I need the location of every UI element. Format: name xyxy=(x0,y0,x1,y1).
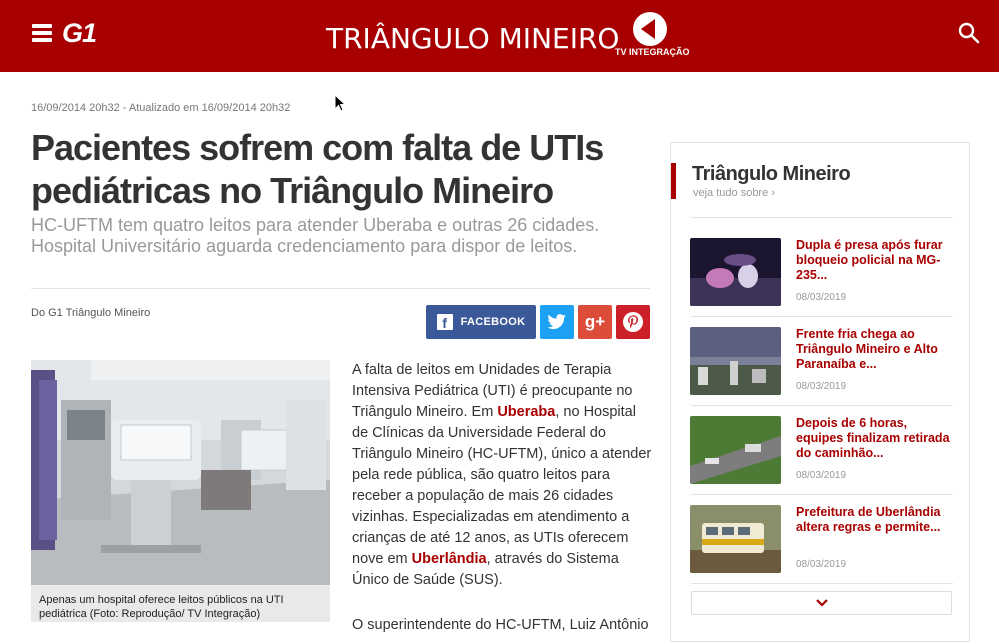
link-uberlandia[interactable]: Uberlândia xyxy=(412,551,487,567)
news-title[interactable]: Depois de 6 horas, equipes finalizam ret… xyxy=(796,416,956,461)
divider xyxy=(691,494,953,495)
sidebar-related-news: Triângulo Mineiro veja tudo sobre › Dupl… xyxy=(670,142,970,642)
news-thumbnail xyxy=(690,238,781,306)
hamburger-menu-icon[interactable] xyxy=(32,24,52,44)
article-byline: Do G1 Triângulo Mineiro xyxy=(31,307,151,319)
news-date: 08/03/2019 xyxy=(796,559,847,570)
article-headline: Pacientes sofrem com falta de UTIs pediá… xyxy=(31,127,604,211)
news-item[interactable]: Prefeitura de Uberlândia altera regras e… xyxy=(690,505,952,575)
facebook-icon: f xyxy=(436,314,453,331)
facebook-share-button[interactable]: f FACEBOOK xyxy=(426,305,536,339)
photo-caption: Apenas um hospital oferece leitos públic… xyxy=(31,585,330,622)
sidebar-title[interactable]: Triângulo Mineiro xyxy=(692,163,851,186)
news-item[interactable]: Dupla é presa após furar bloqueio polici… xyxy=(690,238,952,308)
news-title[interactable]: Prefeitura de Uberlândia altera regras e… xyxy=(796,505,956,535)
see-all-link[interactable]: veja tudo sobre › xyxy=(693,187,775,199)
news-item[interactable]: Frente fria chega ao Triângulo Mineiro e… xyxy=(690,327,952,397)
twitter-share-button[interactable] xyxy=(540,305,574,339)
article-timestamp: 16/09/2014 20h32 - Atualizado em 16/09/2… xyxy=(31,102,291,114)
search-icon[interactable] xyxy=(958,22,980,44)
tv-logo-text: TV INTEGRAÇÃO xyxy=(615,47,690,57)
news-date: 08/03/2019 xyxy=(796,381,847,392)
news-title[interactable]: Dupla é presa após furar bloqueio polici… xyxy=(796,238,956,283)
googleplus-share-button[interactable]: g+ xyxy=(578,305,612,339)
link-uberaba[interactable]: Uberaba xyxy=(497,404,555,420)
facebook-share-label: FACEBOOK xyxy=(460,316,526,328)
twitter-bird-icon xyxy=(547,314,566,330)
hospital-uti-photo xyxy=(31,360,330,585)
news-thumbnail xyxy=(690,505,781,573)
news-date: 08/03/2019 xyxy=(796,292,847,303)
load-more-button[interactable] xyxy=(691,591,952,615)
top-bar: G1 TRIÂNGULO MINEIRO TV INTEGRAÇÃO xyxy=(0,0,999,72)
chevron-down-icon xyxy=(816,599,828,607)
news-thumbnail xyxy=(690,327,781,395)
divider xyxy=(691,316,953,317)
article-photo xyxy=(31,360,330,585)
pinterest-share-button[interactable] xyxy=(616,305,650,339)
sidebar-accent-bar xyxy=(671,163,676,199)
mouse-cursor-icon xyxy=(334,94,346,112)
divider xyxy=(691,583,953,584)
divider xyxy=(31,288,650,289)
g1-logo[interactable]: G1 xyxy=(62,18,97,49)
section-title: TRIÂNGULO MINEIRO xyxy=(326,22,620,55)
article-text: , no Hospital de Clínicas da Universidad… xyxy=(352,404,652,567)
news-title[interactable]: Frente fria chega ao Triângulo Mineiro e… xyxy=(796,327,956,372)
googleplus-icon: g+ xyxy=(584,312,606,331)
tv-integracao-logo[interactable]: TV INTEGRAÇÃO xyxy=(615,12,690,58)
article-paragraph-2: O superintendente do HC-UFTM, Luiz Antôn… xyxy=(352,617,649,633)
article-subtitle: HC-UFTM tem quatro leitos para atender U… xyxy=(31,215,600,256)
pinterest-icon xyxy=(623,312,643,332)
news-item[interactable]: Depois de 6 horas, equipes finalizam ret… xyxy=(690,416,952,486)
news-date: 08/03/2019 xyxy=(796,470,847,481)
news-thumbnail xyxy=(690,416,781,484)
divider xyxy=(691,217,953,218)
article-body: A falta de leitos em Unidades de Terapia… xyxy=(352,360,652,591)
divider xyxy=(691,405,953,406)
